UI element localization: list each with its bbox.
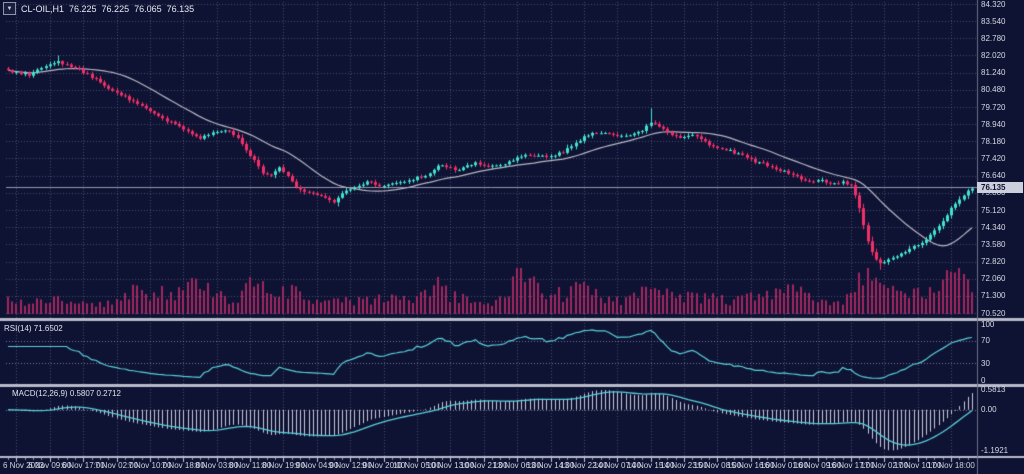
trading-chart-window: ▼ CL-OIL,H1 76.225 76.225 76.065 76.135 …	[0, 0, 1024, 474]
chart-canvas[interactable]	[0, 0, 1024, 474]
symbol-dropdown-icon[interactable]: ▼	[3, 2, 16, 15]
